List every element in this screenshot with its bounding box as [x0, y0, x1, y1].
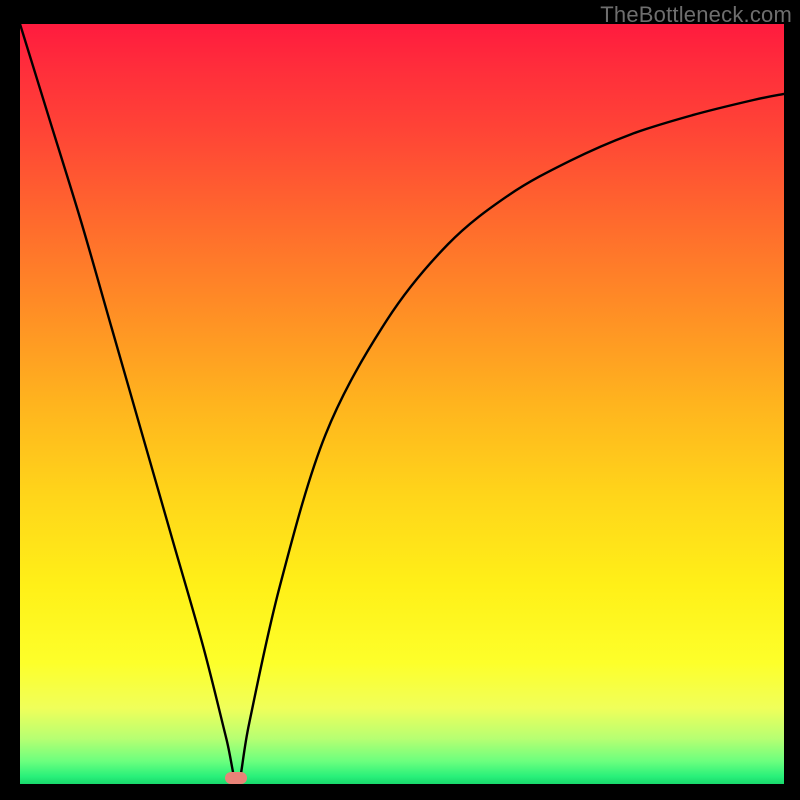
- chart-frame: TheBottleneck.com: [0, 0, 800, 800]
- bottleneck-curve: [20, 24, 784, 784]
- plot-area: [20, 24, 784, 784]
- min-marker: [225, 772, 247, 784]
- curve-svg: [20, 24, 784, 784]
